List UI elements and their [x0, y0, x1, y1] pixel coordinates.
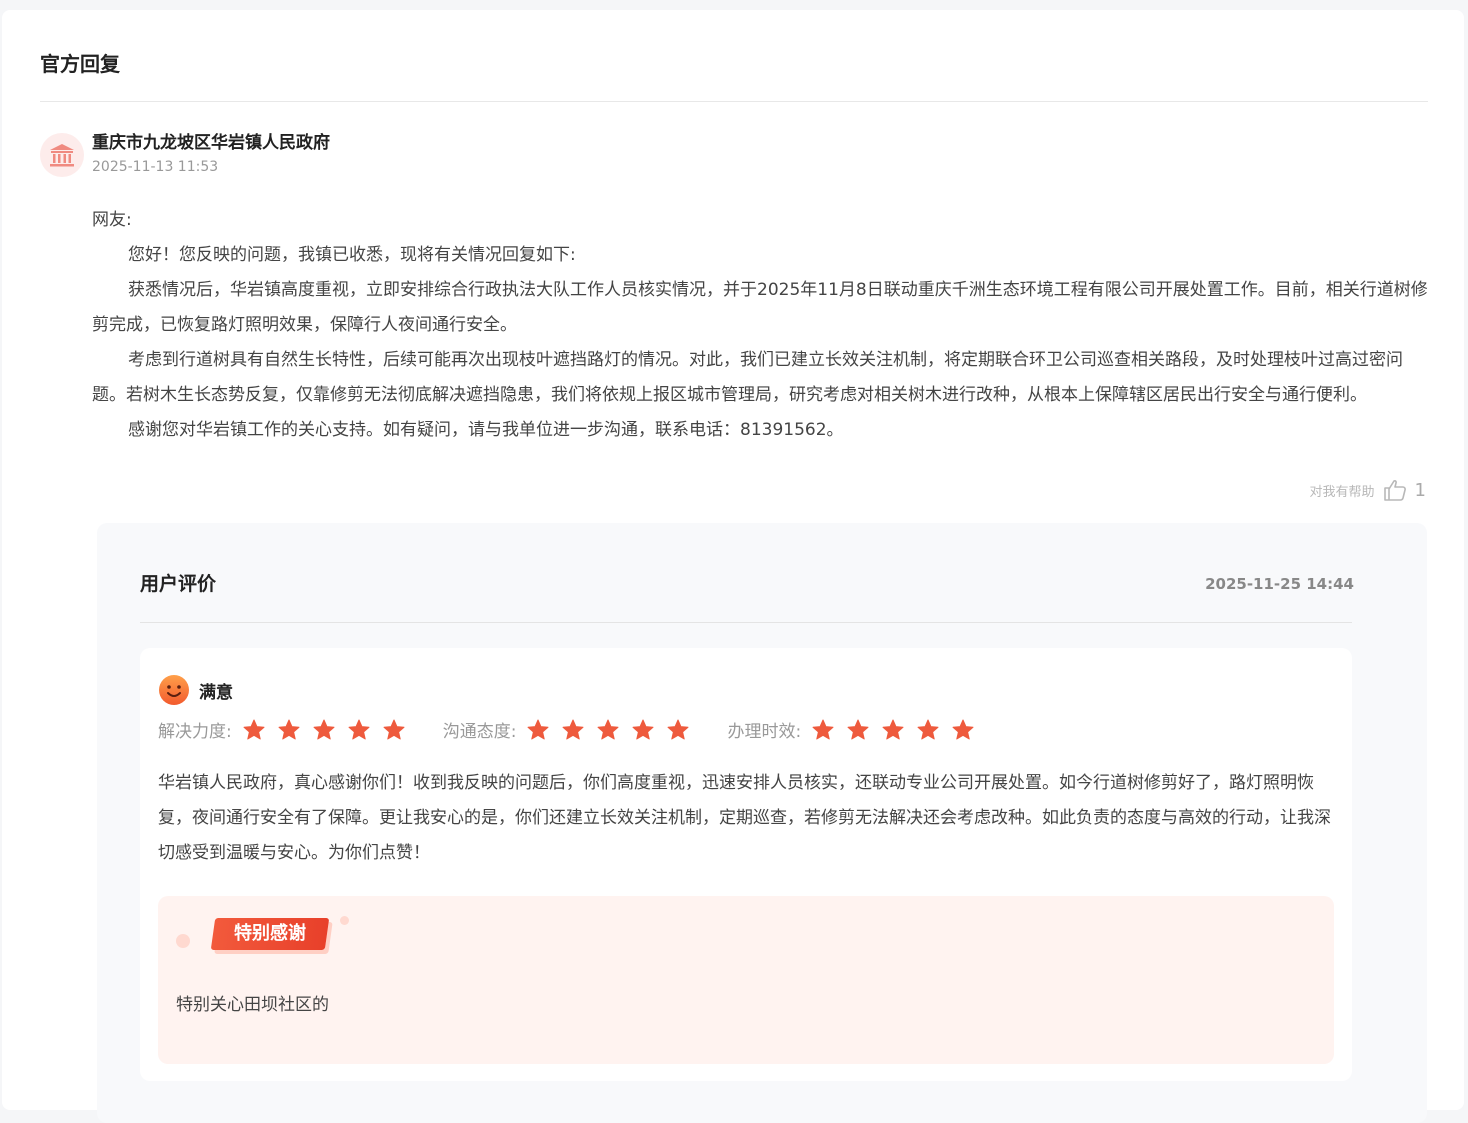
star-icon [278, 719, 300, 739]
thumbs-up-icon[interactable] [1383, 479, 1407, 501]
org-header: 重庆市九龙坡区华岩镇人民政府 2025-11-13 11:53 [40, 132, 330, 177]
org-avatar [40, 132, 84, 177]
rating-communication: 沟通态度: [443, 717, 702, 742]
helpful-label: 对我有帮助 [1309, 484, 1375, 500]
thanks-tag: 特别感谢 [234, 923, 306, 944]
government-building-icon [50, 143, 74, 166]
rating-label: 办理时效: [727, 722, 802, 742]
user-evaluation: 用户评价 2025-11-25 14:44 满意 解决力度: 沟通态度: 办理时… [97, 523, 1427, 1123]
helpful-button[interactable]: 对我有帮助 1 [1310, 479, 1426, 501]
star-icon [812, 719, 834, 739]
ratings-row: 解决力度: 沟通态度: 办理时效: [158, 717, 1012, 742]
evaluation-comment: 华岩镇人民政府，真心感谢你们！收到我反映的问题后，你们高度重视，迅速安排人员核实… [158, 773, 1331, 863]
reply-paragraph: 您好！您反映的问题，我镇已收悉，现将有关情况回复如下: [128, 245, 576, 265]
star-icon [597, 719, 619, 739]
star-icon [562, 719, 584, 739]
rating-label: 沟通态度: [442, 722, 517, 742]
star-icon [348, 719, 370, 739]
divider [40, 101, 1428, 102]
satisfaction-row: 满意 [158, 674, 233, 706]
star-icon [952, 719, 974, 739]
reply-body: 网友: 您好！您反映的问题，我镇已收悉，现将有关情况回复如下: 获悉情况后，华岩… [92, 203, 1430, 448]
decorative-dot [176, 934, 190, 948]
star-icon [243, 719, 265, 739]
reply-time: 2025-11-13 11:53 [92, 159, 219, 175]
helpful-count: 1 [1414, 479, 1426, 501]
reply-greeting: 网友: [92, 210, 132, 230]
satisfaction-text: 满意 [199, 682, 233, 703]
reply-card: 官方回复 重庆市九龙坡区华岩镇人民政府 2025-11-13 11:53 网友:… [2, 10, 1464, 1123]
rating-timeliness: 办理时效: [727, 717, 986, 742]
divider [140, 622, 1352, 623]
decorative-dot [340, 916, 349, 925]
special-thanks-box: 特别感谢 特别关心田坝社区的 [158, 896, 1334, 1064]
smiley-face-icon [159, 675, 189, 705]
star-rating [526, 718, 701, 742]
section-title: 官方回复 [40, 52, 120, 76]
evaluation-card: 满意 解决力度: 沟通态度: 办理时效: 华岩镇人民政府，真心感谢你们！收到我反… [140, 648, 1352, 1081]
star-icon [632, 719, 654, 739]
star-icon [313, 719, 335, 739]
rating-resolution: 解决力度: [158, 717, 417, 742]
star-icon [383, 719, 405, 739]
rating-label: 解决力度: [158, 722, 232, 742]
star-rating [242, 718, 417, 742]
star-icon [527, 719, 549, 739]
evaluation-date: 2025-11-25 14:44 [1205, 575, 1354, 593]
star-icon [917, 719, 939, 739]
star-rating [811, 718, 986, 742]
reply-paragraph: 感谢您对华岩镇工作的关心支持。如有疑问，请与我单位进一步沟通，联系电话：8139… [128, 420, 844, 440]
reply-paragraph: 考虑到行道树具有自然生长特性，后续可能再次出现枝叶遮挡路灯的情况。对此，我们已建… [92, 350, 1403, 405]
evaluation-title: 用户评价 [140, 573, 217, 595]
star-icon [667, 719, 689, 739]
star-icon [847, 719, 869, 739]
star-icon [882, 719, 904, 739]
reply-paragraph: 获悉情况后，华岩镇高度重视，立即安排综合行政执法大队工作人员核实情况，并于202… [92, 280, 1428, 335]
thanks-text: 特别关心田坝社区的 [176, 995, 329, 1015]
org-name: 重庆市九龙坡区华岩镇人民政府 [92, 133, 330, 153]
